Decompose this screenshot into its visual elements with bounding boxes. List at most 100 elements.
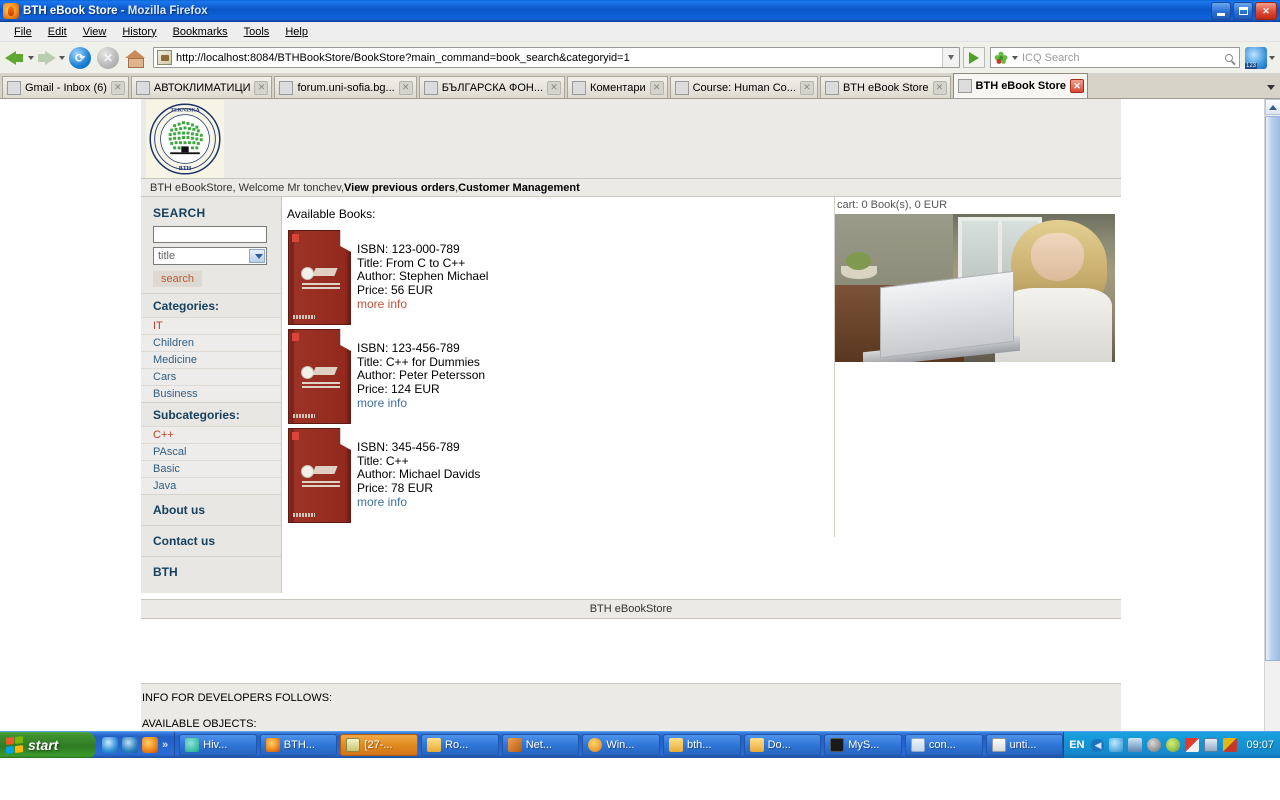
browser-tab-komentari[interactable]: Коментари ✕ bbox=[567, 76, 668, 98]
customer-management-link[interactable]: Customer Management bbox=[458, 182, 580, 194]
search-input[interactable]: ICQ Search bbox=[1019, 52, 1219, 64]
minimize-button[interactable] bbox=[1211, 2, 1231, 20]
address-bar-dropdown-icon[interactable] bbox=[942, 48, 959, 67]
quick-launch-overflow-icon[interactable]: » bbox=[162, 739, 168, 751]
close-button[interactable]: ✕ bbox=[1255, 2, 1277, 20]
browser-tab-bth-ebook-store-2[interactable]: BTH eBook Store ✕ bbox=[953, 73, 1088, 98]
network-icon[interactable] bbox=[1109, 738, 1123, 752]
taskbar-item-do[interactable]: Do... bbox=[744, 734, 822, 756]
sidebar-subcategory-basic[interactable]: Basic bbox=[141, 460, 281, 477]
display-icon[interactable] bbox=[1204, 738, 1218, 752]
browser-tab-course-human[interactable]: Course: Human Co... ✕ bbox=[670, 76, 818, 98]
taskbar-item-hiv[interactable]: Hiv... bbox=[179, 734, 257, 756]
sidebar-link-contact-us[interactable]: Contact us bbox=[141, 525, 281, 556]
taskbar-item-con[interactable]: con... bbox=[905, 734, 983, 756]
taskbar-item-notepad[interactable]: [27-... bbox=[340, 734, 418, 756]
more-info-link[interactable]: more info bbox=[357, 297, 488, 312]
book-cover-icon[interactable] bbox=[288, 230, 351, 325]
book-cover-icon[interactable] bbox=[288, 329, 351, 424]
menu-item-file[interactable]: File bbox=[6, 24, 40, 40]
browser-tab-avtoklimatici[interactable]: АВТОКЛИМАТИЦИ ✕ bbox=[131, 76, 273, 98]
sidebar-link-bth[interactable]: BTH bbox=[141, 556, 281, 587]
back-history-dropdown[interactable] bbox=[26, 47, 35, 69]
forward-arrow-icon[interactable] bbox=[35, 47, 57, 69]
browser-tab-bth-ebook-store-1[interactable]: BTH eBook Store ✕ bbox=[820, 76, 951, 98]
firefox-icon[interactable] bbox=[142, 737, 158, 753]
clock[interactable]: 09:07 bbox=[1246, 739, 1274, 751]
search-field-select[interactable]: title bbox=[153, 247, 267, 265]
home-icon[interactable] bbox=[124, 47, 146, 69]
menu-item-edit[interactable]: Edit bbox=[40, 24, 75, 40]
taskbar-item-ro[interactable]: Ro... bbox=[421, 734, 499, 756]
menu-item-bookmarks[interactable]: Bookmarks bbox=[165, 24, 236, 40]
search-bar[interactable]: ICQ Search bbox=[990, 47, 1240, 68]
page-scrollbar[interactable] bbox=[1264, 99, 1280, 758]
more-info-link[interactable]: more info bbox=[357, 495, 480, 510]
monitor-icon[interactable] bbox=[1128, 738, 1142, 752]
browser-tab-gmail[interactable]: Gmail - Inbox (6) ✕ bbox=[2, 76, 129, 98]
outlook-icon[interactable] bbox=[122, 737, 138, 753]
tab-close-icon[interactable]: ✕ bbox=[254, 81, 268, 95]
taskbar-item-bth[interactable]: BTH... bbox=[260, 734, 338, 756]
sidebar-category-children[interactable]: Children bbox=[141, 334, 281, 351]
tab-close-icon[interactable]: ✕ bbox=[933, 81, 947, 95]
taskbar-item-bth-folder[interactable]: bth... bbox=[663, 734, 741, 756]
book-cover-icon[interactable] bbox=[288, 428, 351, 523]
icq-flower-icon[interactable] bbox=[994, 51, 1008, 65]
colors-icon[interactable] bbox=[1223, 738, 1237, 752]
menu-label-history: History bbox=[122, 26, 156, 38]
scrollbar-thumb[interactable] bbox=[1265, 116, 1280, 661]
tab-close-icon[interactable]: ✕ bbox=[399, 81, 413, 95]
menu-item-view[interactable]: View bbox=[75, 24, 115, 40]
back-arrow-icon[interactable] bbox=[4, 47, 26, 69]
sidebar-category-business[interactable]: Business bbox=[141, 385, 281, 402]
list-all-tabs-icon[interactable] bbox=[1264, 76, 1278, 98]
cart-status[interactable]: cart: 0 Book(s), 0 EUR bbox=[835, 199, 1121, 211]
address-bar[interactable]: http://localhost:8084/BTHBookStore/BookS… bbox=[153, 47, 960, 68]
go-button[interactable] bbox=[963, 47, 985, 68]
menu-item-tools[interactable]: Tools bbox=[236, 24, 278, 40]
chevron-down-icon[interactable] bbox=[249, 249, 265, 263]
view-previous-orders-link[interactable]: View previous orders bbox=[344, 182, 455, 194]
site-icon bbox=[279, 81, 293, 95]
search-engine-dropdown-icon[interactable] bbox=[1010, 47, 1019, 69]
tray-expand-icon[interactable]: ◀ bbox=[1091, 739, 1104, 752]
taskbar-item-untitled[interactable]: unti... bbox=[986, 734, 1064, 756]
sidebar-subcategory-pascal[interactable]: PAscal bbox=[141, 443, 281, 460]
tab-close-icon[interactable]: ✕ bbox=[1070, 79, 1084, 93]
reload-icon[interactable]: ⟳ bbox=[69, 47, 91, 69]
tab-close-icon[interactable]: ✕ bbox=[111, 81, 125, 95]
scroll-up-icon[interactable] bbox=[1265, 99, 1280, 115]
toolbar-overflow-icon[interactable] bbox=[1267, 47, 1276, 69]
search-input[interactable] bbox=[153, 226, 267, 243]
sidebar-link-about-us[interactable]: About us bbox=[141, 494, 281, 525]
sidebar-subcategory-java[interactable]: Java bbox=[141, 477, 281, 494]
sidebar-category-it[interactable]: IT bbox=[141, 317, 281, 334]
search-button[interactable]: search bbox=[153, 271, 202, 287]
sidebar-category-cars[interactable]: Cars bbox=[141, 368, 281, 385]
maximize-button[interactable] bbox=[1233, 2, 1253, 20]
tab-close-icon[interactable]: ✕ bbox=[800, 81, 814, 95]
sidebar-subcategory-cpp[interactable]: C++ bbox=[141, 426, 281, 443]
tab-close-icon[interactable]: ✕ bbox=[547, 81, 561, 95]
stop-icon[interactable]: ✕ bbox=[97, 47, 119, 69]
antivirus-icon[interactable] bbox=[1166, 738, 1180, 752]
menu-item-help[interactable]: Help bbox=[277, 24, 316, 40]
start-button[interactable]: start bbox=[0, 732, 96, 759]
menu-item-history[interactable]: History bbox=[114, 24, 164, 40]
ie-tab-icon[interactable] bbox=[1245, 47, 1267, 69]
browser-tab-forum-uni-sofia[interactable]: forum.uni-sofia.bg... ✕ bbox=[274, 76, 416, 98]
flag-icon[interactable] bbox=[1185, 738, 1199, 752]
taskbar-item-mysql[interactable]: MyS... bbox=[824, 734, 902, 756]
more-info-link[interactable]: more info bbox=[357, 396, 485, 411]
browser-tab-bulgarska-fon[interactable]: БЪЛГАРСКА ФОН... ✕ bbox=[419, 76, 565, 98]
internet-explorer-icon[interactable] bbox=[102, 737, 118, 753]
tab-close-icon[interactable]: ✕ bbox=[650, 81, 664, 95]
taskbar-item-net[interactable]: Net... bbox=[502, 734, 580, 756]
sidebar-category-medicine[interactable]: Medicine bbox=[141, 351, 281, 368]
search-icon[interactable] bbox=[1219, 48, 1239, 67]
volume-icon[interactable] bbox=[1147, 738, 1161, 752]
language-indicator[interactable]: EN bbox=[1069, 739, 1084, 751]
taskbar-item-win[interactable]: Win... bbox=[582, 734, 660, 756]
forward-history-dropdown[interactable] bbox=[57, 47, 66, 69]
